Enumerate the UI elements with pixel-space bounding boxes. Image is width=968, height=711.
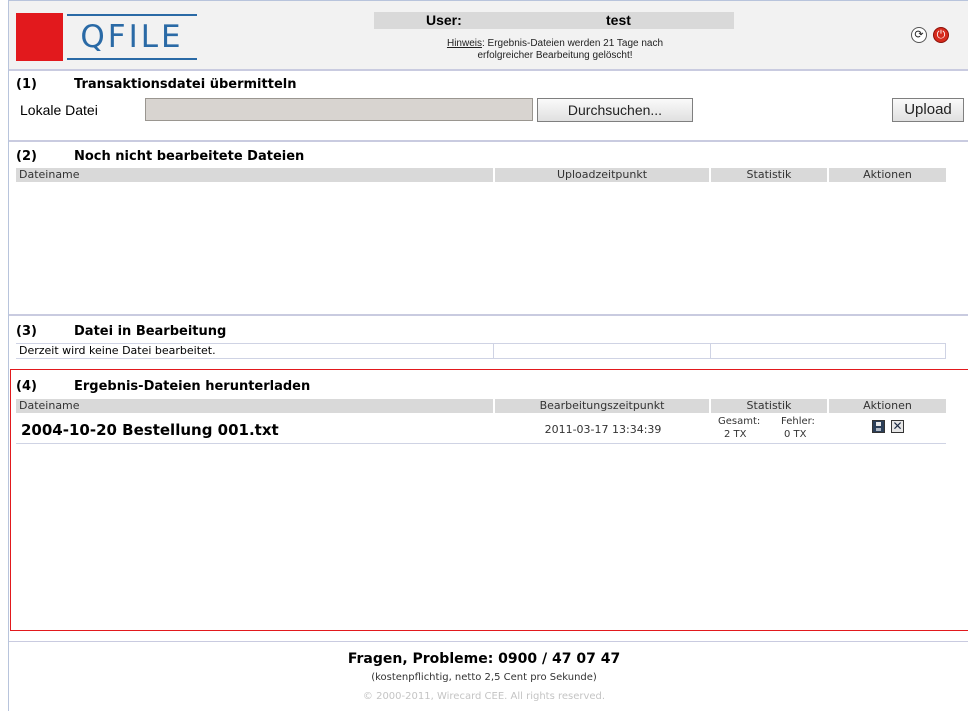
processing-row: Derzeit wird keine Datei bearbeitet. bbox=[16, 344, 946, 359]
browse-button[interactable]: Durchsuchen... bbox=[537, 98, 693, 122]
local-file-label: Lokale Datei bbox=[20, 102, 98, 118]
section2-title: Noch nicht bearbeitete Dateien bbox=[74, 149, 305, 164]
logo-text: QFILE bbox=[80, 19, 184, 55]
hint-line1: : Ergebnis-Dateien werden 21 Tage nach bbox=[481, 38, 664, 49]
header-separator bbox=[9, 69, 968, 71]
user-bar: User: test bbox=[374, 12, 734, 29]
column-statistics: Statistik bbox=[746, 399, 792, 412]
section1-number: (1) bbox=[16, 77, 37, 92]
footer-separator bbox=[9, 641, 968, 642]
section1-separator bbox=[9, 140, 968, 142]
result-filename: 2004-10-20 Bestellung 001.txt bbox=[21, 421, 279, 439]
stat-total-value: 2 TX bbox=[724, 429, 747, 440]
retention-hint: Hinweis: Ergebnis-Dateien werden 21 Tage… bbox=[359, 38, 751, 62]
stat-total-label: Gesamt: bbox=[718, 416, 761, 427]
results-table-header: Dateiname Bearbeitungszeitpunkt Statisti… bbox=[16, 399, 946, 413]
stat-error-value: 0 TX bbox=[784, 429, 807, 440]
user-value: test bbox=[606, 12, 631, 28]
hint-line2: erfolgreicher Bearbeitung gelöscht! bbox=[477, 50, 633, 61]
pending-table-header: Dateiname Uploadzeitpunkt Statistik Akti… bbox=[16, 168, 946, 182]
copyright: © 2000-2011, Wirecard CEE. All rights re… bbox=[362, 691, 606, 702]
section2-number: (2) bbox=[16, 149, 37, 164]
header-bar: QFILE User: test Hinweis: Ergebnis-Datei… bbox=[9, 1, 968, 69]
column-divider bbox=[710, 344, 711, 358]
logo-red-block bbox=[16, 13, 63, 61]
upload-button[interactable]: Upload bbox=[892, 98, 964, 122]
save-icon-slot bbox=[876, 428, 881, 431]
local-file-input[interactable] bbox=[145, 98, 533, 121]
save-icon-label bbox=[876, 422, 881, 426]
column-actions: Aktionen bbox=[863, 168, 912, 181]
section3-title: Datei in Bearbeitung bbox=[74, 324, 227, 339]
frame-left-border bbox=[8, 0, 9, 711]
delete-icon[interactable]: ✕ bbox=[891, 420, 904, 433]
section4-number: (4) bbox=[16, 379, 37, 394]
cost-note: (kostenpflichtig, netto 2,5 Cent pro Sek… bbox=[371, 672, 597, 683]
no-processing-text: Derzeit wird keine Datei bearbeitet. bbox=[19, 344, 216, 357]
column-divider bbox=[493, 344, 494, 358]
column-processing-time: Bearbeitungszeitpunkt bbox=[539, 399, 665, 412]
support-hotline: Fragen, Probleme: 0900 / 47 07 47 bbox=[347, 651, 621, 667]
user-label: User: bbox=[426, 12, 462, 28]
column-filename: Dateiname bbox=[19, 399, 80, 412]
logo-bottom-line bbox=[67, 58, 197, 60]
result-row-divider bbox=[16, 443, 946, 444]
section2-separator bbox=[9, 314, 968, 316]
power-icon[interactable]: ⏻ bbox=[933, 27, 949, 43]
hint-link[interactable]: Hinweis bbox=[447, 38, 482, 49]
result-processed-time: 2011-03-17 13:34:39 bbox=[544, 423, 662, 436]
section3-number: (3) bbox=[16, 324, 37, 339]
refresh-icon[interactable]: ⟳ bbox=[911, 27, 927, 43]
stat-error-label: Fehler: bbox=[781, 416, 815, 427]
column-actions: Aktionen bbox=[863, 399, 912, 412]
section4-title: Ergebnis-Dateien herunterladen bbox=[74, 379, 311, 394]
column-filename: Dateiname bbox=[19, 168, 80, 181]
section1-title: Transaktionsdatei übermitteln bbox=[74, 77, 297, 92]
column-upload-time: Uploadzeitpunkt bbox=[556, 168, 648, 181]
column-divider bbox=[945, 344, 946, 358]
column-statistics: Statistik bbox=[746, 168, 792, 181]
save-icon[interactable] bbox=[872, 420, 885, 433]
